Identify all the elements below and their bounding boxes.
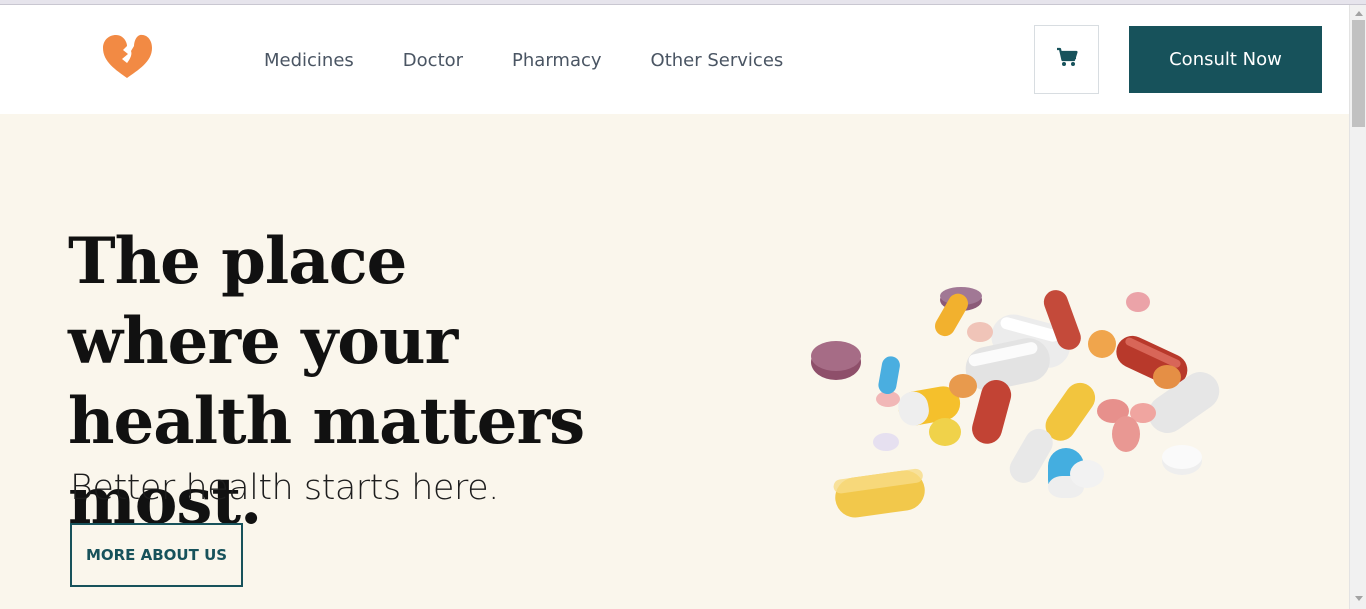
nav-other-services[interactable]: Other Services xyxy=(651,50,784,72)
site-header: Medicines Doctor Pharmacy Other Services… xyxy=(0,5,1349,114)
pile-of-pills-image xyxy=(800,274,1230,544)
main-nav: Medicines Doctor Pharmacy Other Services xyxy=(264,50,783,72)
cart-icon xyxy=(1056,47,1078,72)
heart-logo-icon[interactable] xyxy=(100,32,154,80)
more-about-us-button[interactable]: MORE ABOUT US xyxy=(70,523,243,587)
nav-medicines[interactable]: Medicines xyxy=(264,50,354,72)
vertical-scrollbar[interactable] xyxy=(1349,5,1366,609)
scroll-up-arrow-icon[interactable] xyxy=(1350,7,1366,19)
cart-button[interactable] xyxy=(1034,25,1099,94)
scroll-down-arrow-icon[interactable] xyxy=(1350,593,1366,605)
nav-doctor[interactable]: Doctor xyxy=(403,50,463,72)
hero-section: The place where your health matters most… xyxy=(0,114,1349,609)
consult-now-button[interactable]: Consult Now xyxy=(1129,26,1322,93)
hero-subline: Better health starts here. xyxy=(70,468,499,508)
nav-pharmacy[interactable]: Pharmacy xyxy=(512,50,602,72)
scrollbar-thumb[interactable] xyxy=(1352,20,1365,127)
